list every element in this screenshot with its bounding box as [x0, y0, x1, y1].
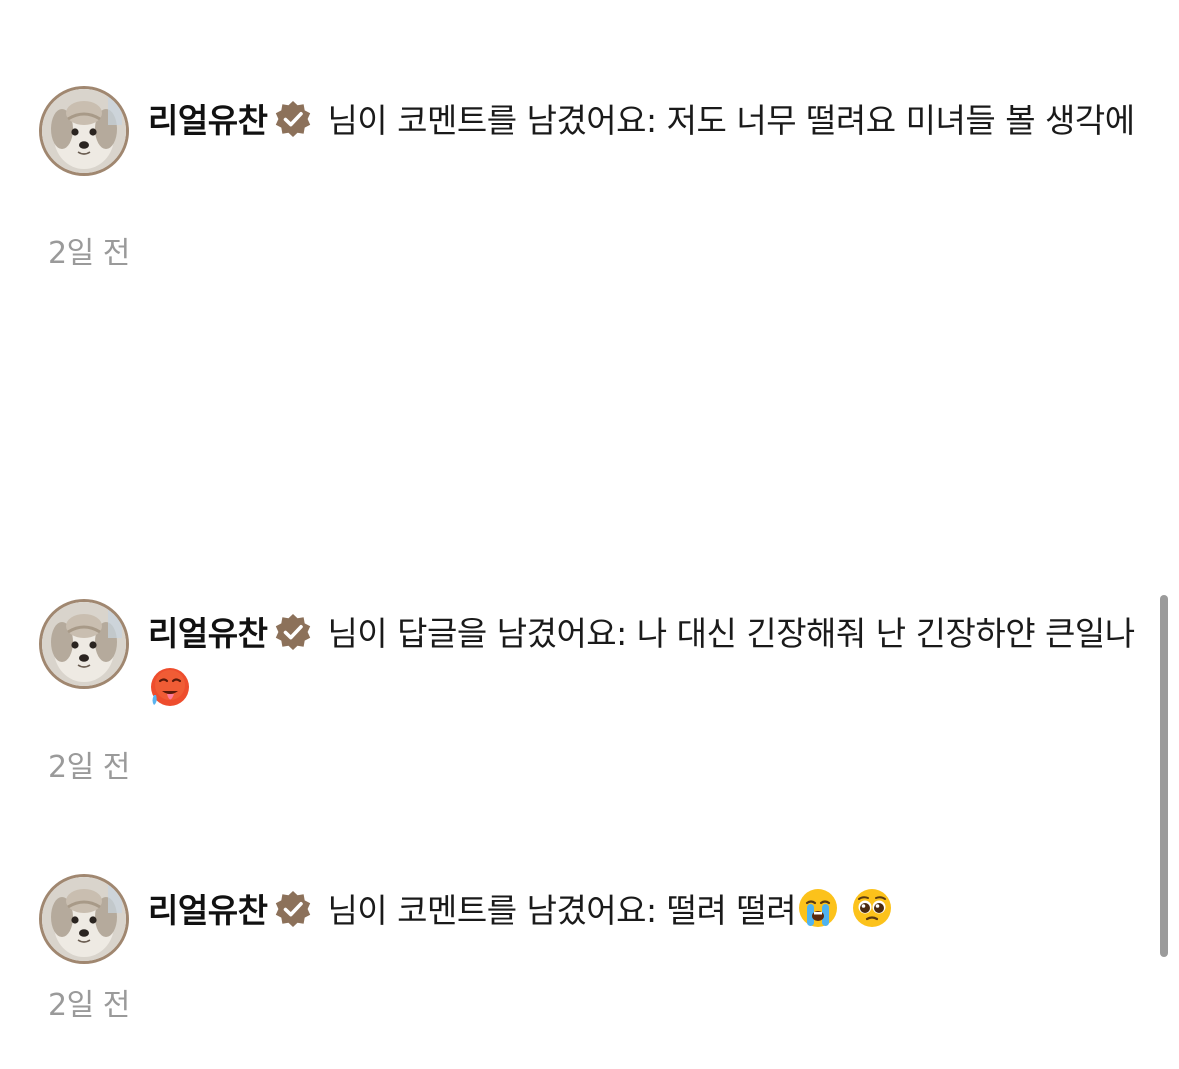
dog-avatar-image — [42, 602, 126, 686]
comment-text: 나 대신 긴장해줘 난 긴장하얀 큰일나 — [636, 614, 1135, 653]
notification-message: 리얼유찬 님이 답글을 남겼어요: 나 대신 긴장해줘 난 긴장하얀 큰일나 — [148, 606, 1138, 718]
dog-avatar-image — [42, 877, 126, 961]
username[interactable]: 리얼유찬 — [148, 614, 268, 653]
avatar[interactable] — [39, 86, 129, 176]
hot-face-emoji — [148, 665, 192, 709]
notification-message: 리얼유찬 님이 코멘트를 남겼어요: 떨려 떨려 — [148, 883, 1138, 939]
verified-badge-icon — [273, 99, 313, 139]
pleading-face-emoji — [850, 886, 894, 930]
timestamp: 2일 전 — [48, 988, 130, 1023]
verified-badge-icon — [273, 612, 313, 652]
loudly-crying-face-emoji — [796, 886, 840, 930]
timestamp: 2일 전 — [48, 750, 130, 785]
notification-message: 리얼유찬 님이 코멘트를 남겼어요: 저도 너무 떨려요 미녀들 볼 생각에 — [148, 93, 1138, 149]
username[interactable]: 리얼유찬 — [148, 891, 268, 930]
notification-action: 님이 코멘트를 남겼어요: — [317, 101, 667, 140]
username[interactable]: 리얼유찬 — [148, 101, 268, 140]
scrollbar[interactable] — [1160, 595, 1168, 957]
comment-text: 저도 너무 떨려요 미녀들 볼 생각에 — [666, 101, 1136, 140]
dog-avatar-image — [42, 89, 126, 173]
timestamp: 2일 전 — [48, 236, 130, 271]
notification-action: 님이 코멘트를 남겼어요: — [317, 891, 667, 930]
avatar[interactable] — [39, 599, 129, 689]
verified-badge-icon — [273, 889, 313, 929]
avatar[interactable] — [39, 874, 129, 964]
notification-action: 님이 답글을 남겼어요: — [317, 614, 637, 653]
comment-text: 떨려 떨려 — [666, 891, 797, 930]
